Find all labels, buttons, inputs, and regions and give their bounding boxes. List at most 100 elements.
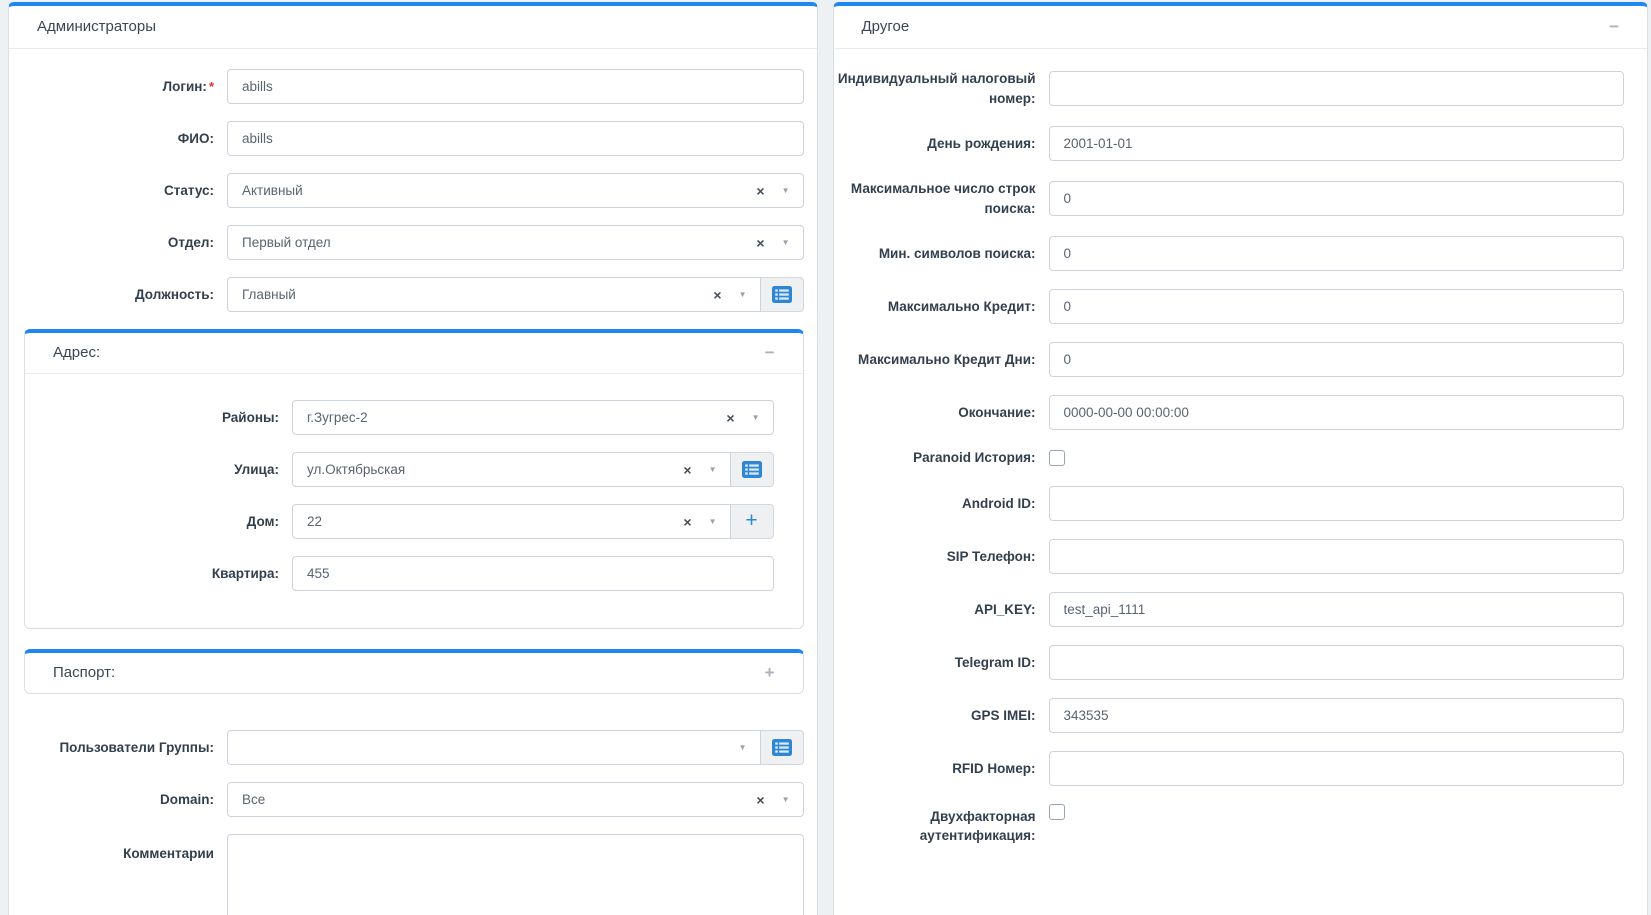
field-row-sip-phone: SIP Телефон: — [834, 539, 1648, 574]
address-section-title: Адрес: — [53, 344, 100, 361]
android-id-input[interactable] — [1049, 486, 1625, 521]
collapse-icon[interactable]: − — [1609, 18, 1619, 35]
telegram-id-label: Telegram ID: — [834, 653, 1049, 673]
house-label: Дом: — [25, 512, 292, 532]
sip-phone-input[interactable] — [1049, 539, 1625, 574]
position-list-button[interactable] — [760, 277, 804, 312]
two-factor-label: Двухфакторная аутентификация: — [834, 804, 1049, 846]
gps-imei-input[interactable] — [1049, 698, 1625, 733]
field-row-house: Дом: 22 × ▼ + — [25, 504, 795, 539]
position-select[interactable]: Главный × ▼ — [227, 277, 761, 312]
clear-icon[interactable]: × — [726, 411, 734, 425]
chevron-down-icon[interactable]: ▼ — [752, 414, 760, 422]
other-panel: Другое − Индивидуальный налоговый номер:… — [833, 2, 1649, 915]
user-groups-select[interactable]: ▼ — [227, 730, 761, 765]
tax-number-label: Индивидуальный налоговый номер: — [834, 69, 1049, 108]
two-factor-checkbox[interactable] — [1049, 804, 1065, 820]
street-select[interactable]: ул.Октябрьская × ▼ — [292, 452, 731, 487]
comments-textarea[interactable] — [227, 834, 804, 915]
user-groups-label: Пользователи Группы: — [9, 738, 227, 758]
chevron-down-icon[interactable]: ▼ — [739, 744, 747, 752]
field-row-login: Логин:* — [9, 69, 817, 104]
login-label: Логин:* — [9, 77, 227, 97]
fio-input[interactable] — [227, 121, 804, 156]
house-select[interactable]: 22 × ▼ — [292, 504, 731, 539]
other-panel-header: Другое − — [834, 6, 1648, 49]
field-row-api-key: API_KEY: — [834, 592, 1648, 627]
expiration-label: Окончание: — [834, 403, 1049, 423]
min-search-chars-input[interactable] — [1049, 236, 1625, 271]
max-credit-days-label: Максимально Кредит Дни: — [834, 350, 1049, 370]
max-credit-label: Максимально Кредит: — [834, 297, 1049, 317]
paranoid-history-checkbox[interactable] — [1049, 450, 1065, 466]
plus-icon: + — [745, 510, 757, 531]
field-row-position: Должность: Главный × ▼ — [9, 277, 817, 312]
collapse-icon[interactable]: − — [765, 344, 775, 361]
field-row-department: Отдел: Первый отдел × ▼ — [9, 225, 817, 260]
districts-select[interactable]: г.Зугрес-2 × ▼ — [292, 400, 774, 435]
chevron-down-icon[interactable]: ▼ — [739, 291, 747, 299]
field-row-street: Улица: ул.Октябрьская × ▼ — [25, 452, 795, 487]
field-row-android-id: Android ID: — [834, 486, 1648, 521]
street-label: Улица: — [25, 460, 292, 480]
position-label: Должность: — [9, 285, 227, 305]
chevron-down-icon[interactable]: ▼ — [782, 796, 790, 804]
chevron-down-icon[interactable]: ▼ — [782, 239, 790, 247]
chevron-down-icon[interactable]: ▼ — [709, 466, 717, 474]
clear-icon[interactable]: × — [683, 463, 691, 477]
max-credit-days-input[interactable] — [1049, 342, 1625, 377]
field-row-expiration: Окончание: — [834, 395, 1648, 430]
gps-imei-label: GPS IMEI: — [834, 706, 1049, 726]
list-icon — [742, 461, 762, 478]
department-select[interactable]: Первый отдел × ▼ — [227, 225, 804, 260]
api-key-label: API_KEY: — [834, 600, 1049, 620]
apartment-label: Квартира: — [25, 564, 292, 584]
birthday-label: День рождения: — [834, 134, 1049, 154]
field-row-telegram-id: Telegram ID: — [834, 645, 1648, 680]
rfid-number-input[interactable] — [1049, 751, 1625, 786]
field-row-paranoid-history: Paranoid История: — [834, 448, 1648, 468]
birthday-input[interactable] — [1049, 126, 1625, 161]
administrators-panel-header: Администраторы — [9, 6, 817, 49]
expiration-input[interactable] — [1049, 395, 1625, 430]
department-label: Отдел: — [9, 233, 227, 253]
user-groups-list-button[interactable] — [760, 730, 804, 765]
fio-label: ФИО: — [9, 129, 227, 149]
status-select[interactable]: Активный × ▼ — [227, 173, 804, 208]
clear-icon[interactable]: × — [756, 184, 764, 198]
max-search-rows-label: Максимальное число строк поиска: — [834, 179, 1049, 218]
field-row-birthday: День рождения: — [834, 126, 1648, 161]
street-list-button[interactable] — [730, 452, 774, 487]
max-search-rows-input[interactable] — [1049, 181, 1625, 216]
tax-number-input[interactable] — [1049, 71, 1625, 106]
administrators-panel: Администраторы Логин:* ФИО: Статус: Ак — [8, 2, 818, 915]
clear-icon[interactable]: × — [756, 236, 764, 250]
domain-select[interactable]: Все × ▼ — [227, 782, 804, 817]
login-input[interactable] — [227, 69, 804, 104]
field-row-fio: ФИО: — [9, 121, 817, 156]
field-row-max-search-rows: Максимальное число строк поиска: — [834, 179, 1648, 218]
expand-icon[interactable]: + — [765, 664, 775, 681]
chevron-down-icon[interactable]: ▼ — [782, 187, 790, 195]
passport-section-header: Паспорт: + — [25, 653, 803, 693]
administrators-panel-title: Администраторы — [37, 18, 156, 35]
house-add-button[interactable]: + — [730, 504, 774, 539]
paranoid-history-label: Paranoid История: — [834, 448, 1049, 468]
telegram-id-input[interactable] — [1049, 645, 1625, 680]
field-row-domain: Domain: Все × ▼ — [9, 782, 817, 817]
field-row-districts: Районы: г.Зугрес-2 × ▼ — [25, 400, 795, 435]
clear-icon[interactable]: × — [756, 793, 764, 807]
field-row-user-groups: Пользователи Группы: ▼ — [9, 730, 817, 765]
apartment-input[interactable] — [292, 556, 774, 591]
field-row-gps-imei: GPS IMEI: — [834, 698, 1648, 733]
list-icon — [772, 739, 792, 756]
chevron-down-icon[interactable]: ▼ — [709, 518, 717, 526]
max-credit-input[interactable] — [1049, 289, 1625, 324]
android-id-label: Android ID: — [834, 494, 1049, 514]
page-layout: Администраторы Логин:* ФИО: Статус: Ак — [0, 0, 1651, 915]
clear-icon[interactable]: × — [683, 515, 691, 529]
clear-icon[interactable]: × — [713, 288, 721, 302]
api-key-input[interactable] — [1049, 592, 1625, 627]
field-row-two-factor: Двухфакторная аутентификация: — [834, 804, 1648, 846]
field-row-max-credit-days: Максимально Кредит Дни: — [834, 342, 1648, 377]
